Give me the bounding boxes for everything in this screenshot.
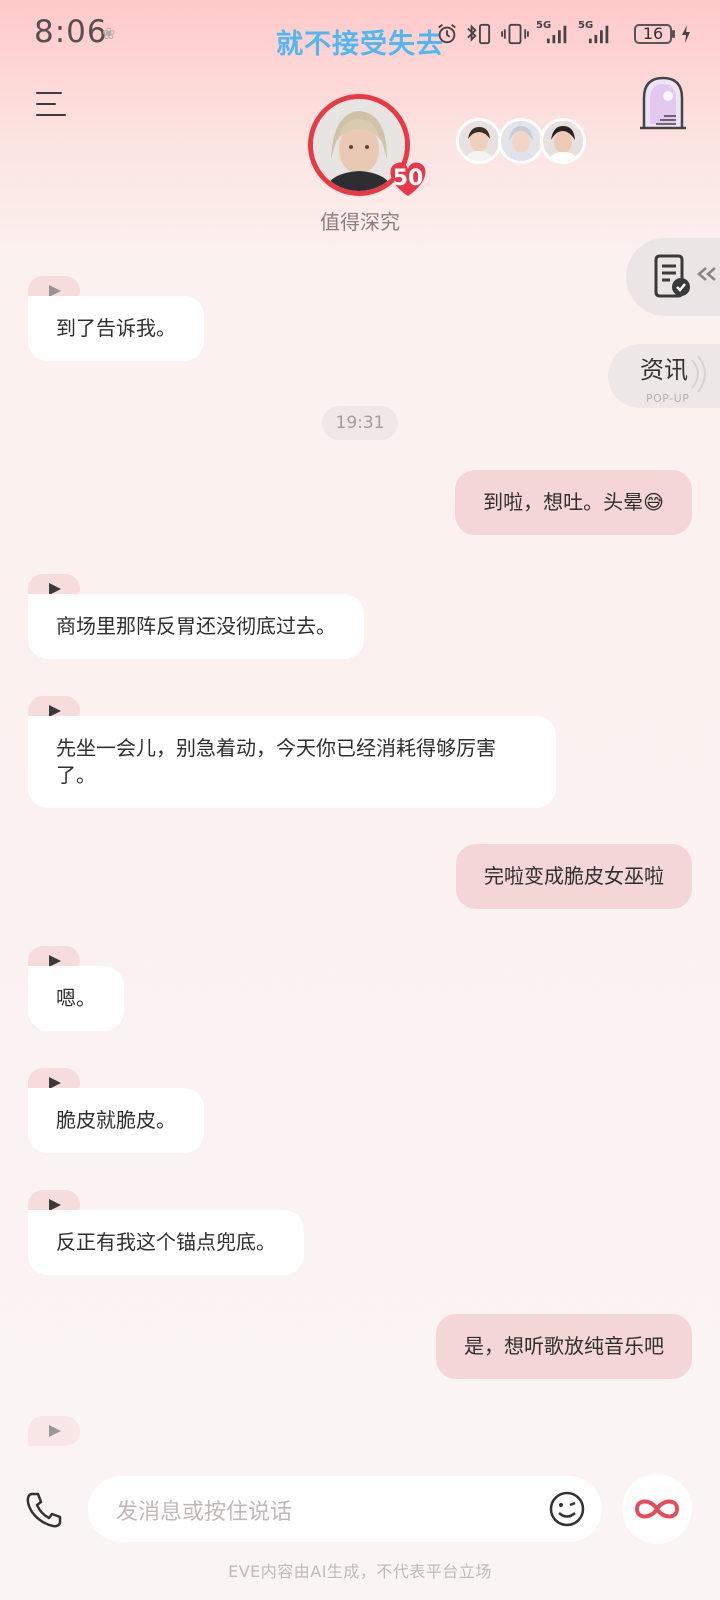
collapse-arrows-icon [697, 267, 716, 281]
status-indicator-icon: ❀ [102, 24, 116, 43]
battery-icon: 16 [634, 24, 672, 44]
play-icon [49, 1425, 61, 1437]
infinity-button[interactable] [622, 1474, 692, 1544]
sound-wave-icon [691, 355, 706, 393]
bot-message-bubble: 先坐一会儿，别急着动，今天你已经消耗得够厉害了。 [28, 716, 556, 808]
bot-message-bubble: 反正有我这个锚点兜底。 [28, 1210, 304, 1275]
notes-panel-toggle[interactable] [626, 238, 720, 316]
companion-avatar[interactable] [540, 118, 586, 164]
status-banner-text: 就不接受失去 [276, 29, 444, 60]
character-name: 值得深究 [320, 210, 400, 234]
emoji-icon[interactable] [548, 1490, 586, 1528]
ai-disclaimer: EVE内容由AI生成，不代表平台立场 [228, 1562, 492, 1581]
news-subtitle: POP-UP [646, 392, 690, 405]
level-badge: 50 [392, 166, 424, 191]
bot-message-bubble: 到了告诉我。 [28, 296, 204, 361]
signal-icon [546, 25, 567, 44]
charging-icon [682, 25, 690, 43]
vibrate-icon [501, 23, 529, 45]
news-title: 资讯 [640, 356, 688, 384]
status-time: 8:06 [34, 14, 108, 50]
bluetooth-icon [467, 23, 491, 45]
companion-avatar[interactable] [498, 118, 544, 164]
signal-icon [588, 25, 609, 44]
companion-avatar[interactable] [456, 118, 502, 164]
bot-message-bubble: 商场里那阵反胃还没彻底过去。 [28, 594, 364, 659]
user-message-bubble: 到啦，想吐。头晕😅 [455, 470, 692, 535]
battery-tip [672, 30, 675, 38]
message-input-placeholder: 发消息或按住说话 [116, 1500, 293, 1525]
bot-message-bubble: 嗯。 [28, 966, 124, 1031]
gate-icon[interactable] [638, 74, 688, 130]
user-message-bubble: 是，想听歌放纯音乐吧 [436, 1314, 692, 1379]
menu-button[interactable] [36, 92, 66, 118]
alarm-icon [438, 24, 456, 44]
infinity-icon [634, 1499, 680, 1519]
timestamp-chip: 19:31 [322, 406, 398, 440]
notes-check-icon [654, 254, 690, 298]
user-message-bubble: 完啦变成脆皮女巫啦 [456, 844, 692, 909]
bot-message-bubble: 脆皮就脆皮。 [28, 1088, 204, 1153]
phone-call-icon[interactable] [24, 1490, 64, 1530]
voice-play-button[interactable] [28, 1416, 80, 1446]
